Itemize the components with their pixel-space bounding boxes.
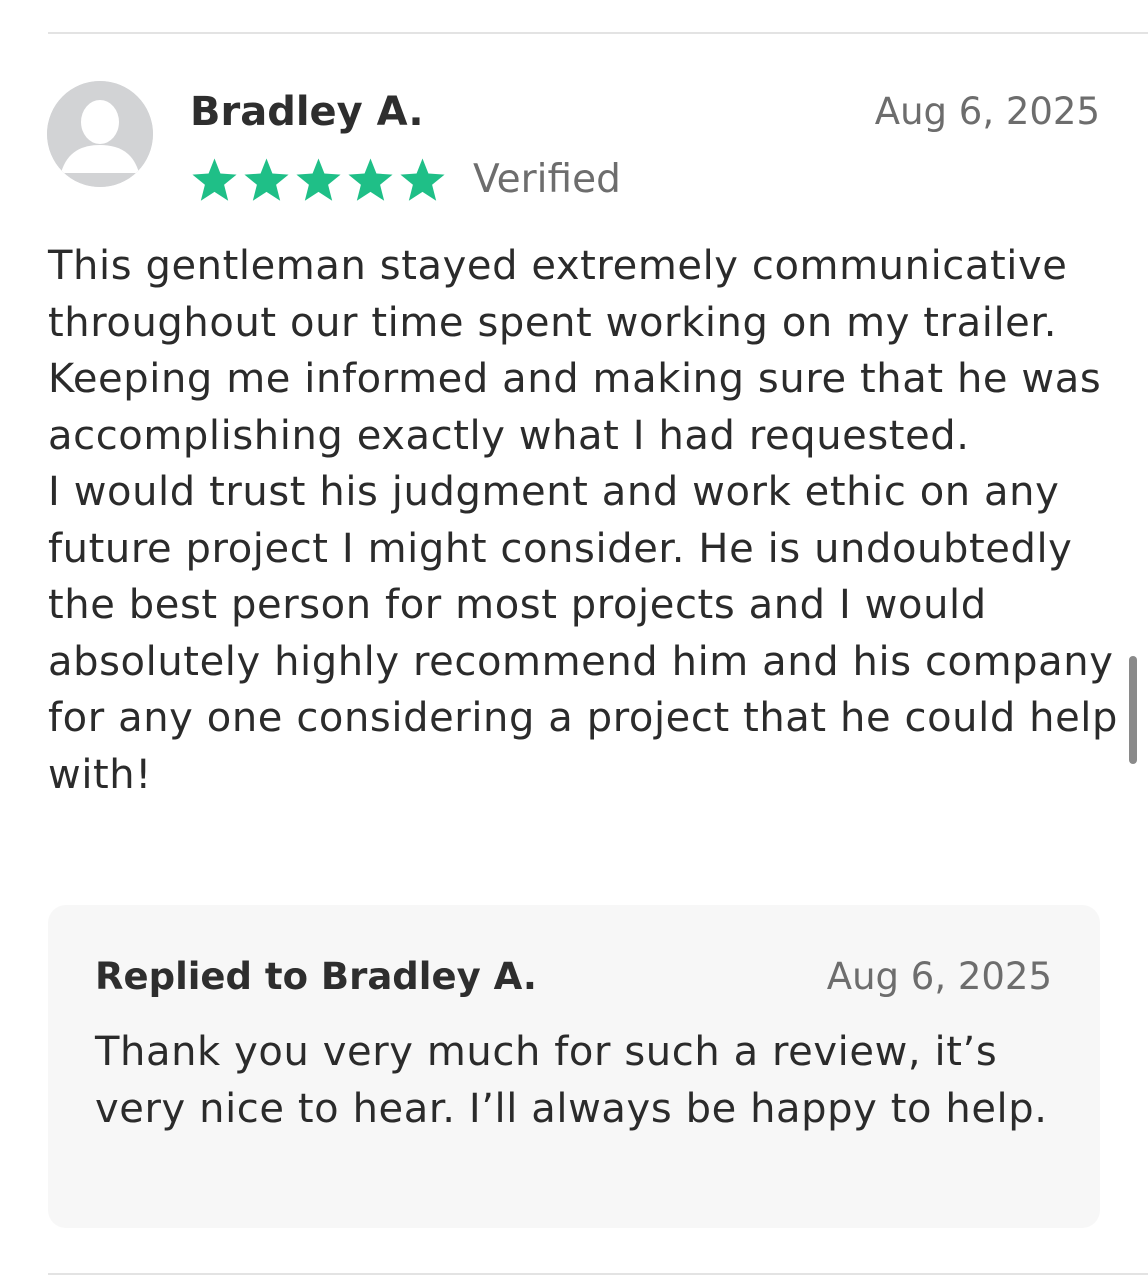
reviewer-name: Bradley A. — [190, 89, 424, 135]
top-divider — [48, 32, 1148, 34]
star-rating — [190, 156, 447, 205]
review-date: Aug 6, 2025 — [874, 90, 1100, 133]
star-icon — [400, 157, 445, 201]
scrollbar-thumb[interactable] — [1129, 656, 1137, 764]
owner-reply: Replied to Bradley A. Aug 6, 2025 Thank … — [48, 905, 1100, 1228]
review-page: Bradley A. Aug 6, 2025 Verified This gen… — [0, 0, 1148, 1280]
star-icon — [348, 157, 393, 201]
review-paragraph-1: This gentleman stayed extremely communic… — [48, 243, 1102, 459]
avatar — [47, 81, 153, 187]
reply-text: Thank you very much for such a review, i… — [95, 1029, 1048, 1132]
star-icon — [244, 157, 289, 201]
reply-date: Aug 6, 2025 — [826, 955, 1052, 998]
review-paragraph-2: I would trust his judgment and work ethi… — [48, 469, 1118, 798]
star-icon — [192, 157, 237, 201]
bottom-divider — [48, 1273, 1148, 1275]
verified-label: Verified — [473, 157, 621, 202]
user-placeholder-icon — [47, 81, 153, 187]
star-icon — [296, 157, 341, 201]
reply-title: Replied to Bradley A. — [95, 955, 537, 998]
rating-row: Verified — [190, 152, 621, 208]
review-text: This gentleman stayed extremely communic… — [48, 238, 1128, 803]
